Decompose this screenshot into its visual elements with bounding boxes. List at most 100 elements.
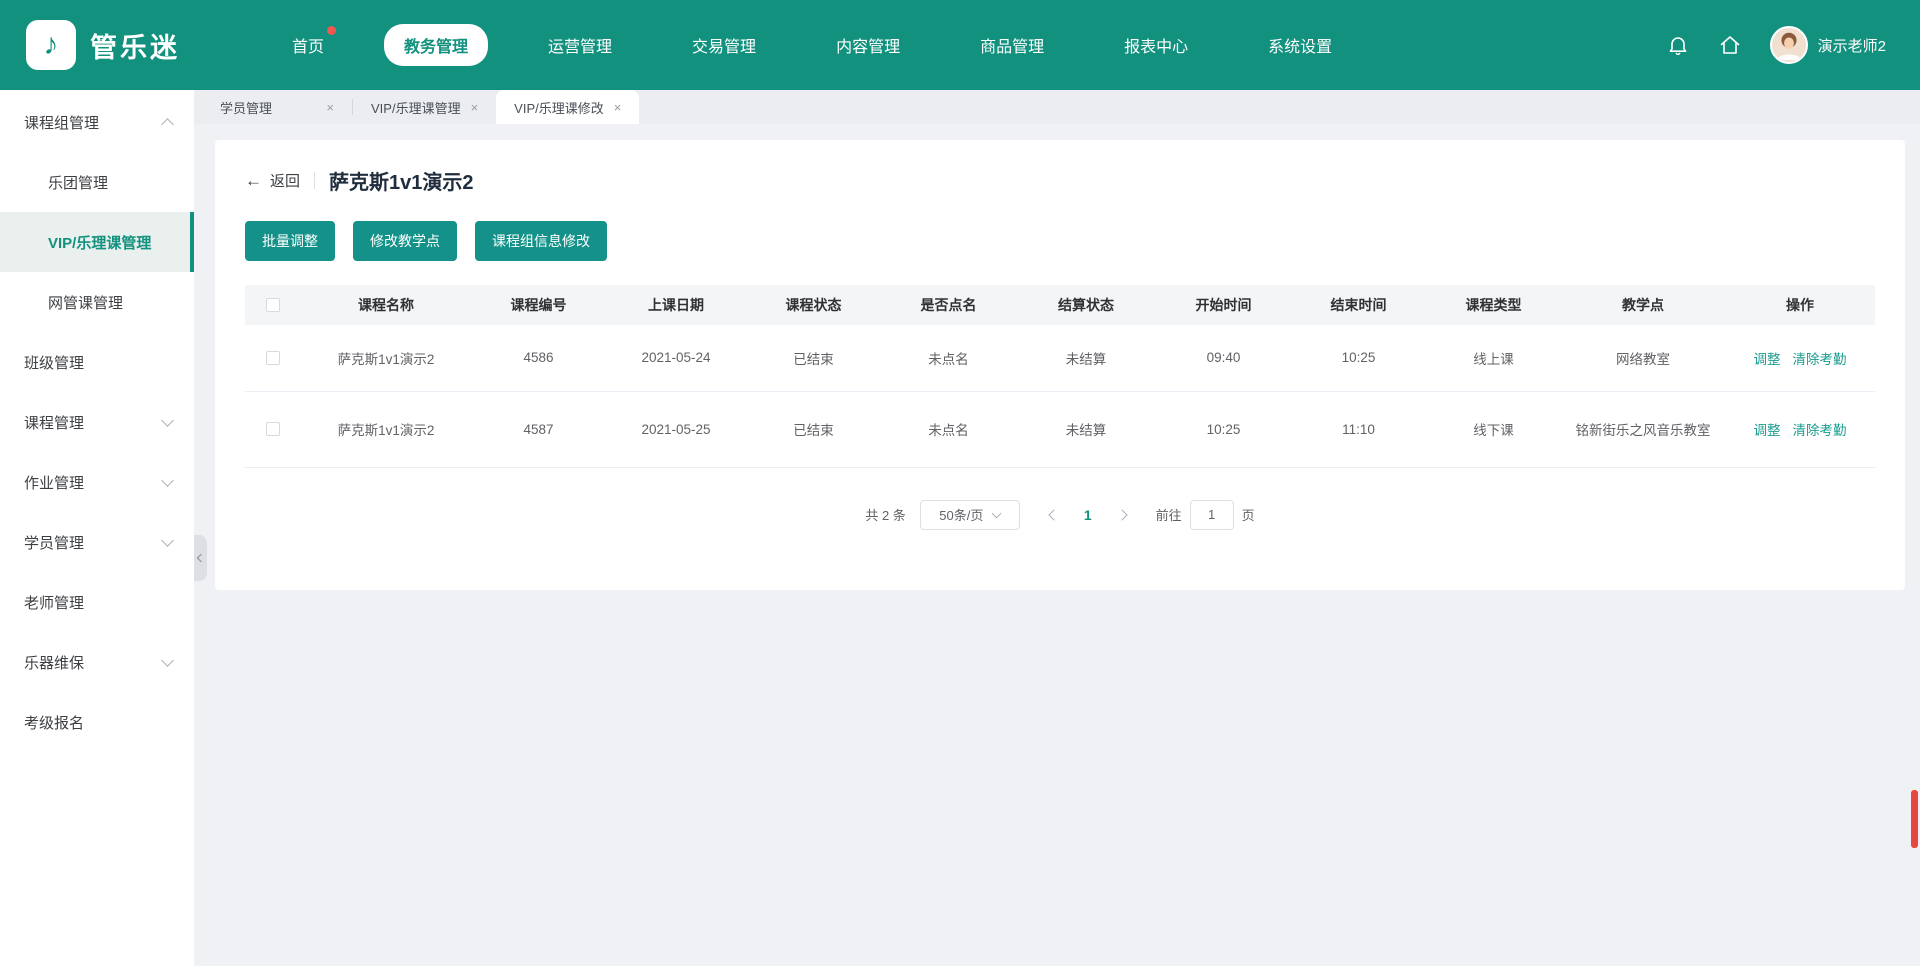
cell-rollcall-status: 未点名 bbox=[881, 325, 1016, 391]
avatar bbox=[1770, 26, 1808, 64]
cell-course-type: 线上课 bbox=[1426, 325, 1561, 391]
sidebar-item-label: 老师管理 bbox=[24, 592, 172, 613]
user-menu[interactable]: 演示老师2 bbox=[1770, 26, 1886, 64]
col-start-time: 开始时间 bbox=[1156, 285, 1291, 325]
cell-course-status: 已结束 bbox=[746, 325, 881, 391]
tab-label: VIP/乐理课修改 bbox=[514, 98, 604, 117]
pager: 1 bbox=[1050, 507, 1126, 523]
sidebar-item-band-mgmt[interactable]: 乐团管理 bbox=[0, 152, 194, 212]
cell-course-type: 线下课 bbox=[1426, 391, 1561, 467]
edit-teaching-point-button[interactable]: 修改教学点 bbox=[353, 221, 457, 261]
row-checkbox[interactable] bbox=[266, 422, 280, 436]
close-icon[interactable]: × bbox=[614, 100, 622, 115]
sidebar-item-label: VIP/乐理课管理 bbox=[48, 232, 168, 253]
page-size-value: 50条/页 bbox=[939, 505, 983, 524]
cell-class-date: 2021-05-25 bbox=[606, 391, 746, 467]
col-course-status: 课程状态 bbox=[746, 285, 881, 325]
adjust-link[interactable]: 调整 bbox=[1754, 352, 1781, 367]
sidebar-item-class-mgmt[interactable]: 班级管理 bbox=[0, 332, 194, 392]
close-icon[interactable]: × bbox=[471, 100, 479, 115]
cell-start-time: 09:40 bbox=[1156, 325, 1291, 391]
scrollbar-thumb[interactable] bbox=[1911, 790, 1918, 848]
chevron-down-icon bbox=[161, 474, 174, 487]
music-note-icon: ♪ bbox=[44, 28, 59, 62]
sidebar-item-exam-registration[interactable]: 考级报名 bbox=[0, 692, 194, 752]
cell-course-id: 4586 bbox=[471, 325, 606, 391]
sidebar-item-homework-mgmt[interactable]: 作业管理 bbox=[0, 452, 194, 512]
sidebar-item-label: 学员管理 bbox=[24, 532, 163, 553]
next-page-button[interactable] bbox=[1118, 511, 1126, 519]
col-actions: 操作 bbox=[1725, 285, 1875, 325]
sidebar-item-teacher-mgmt[interactable]: 老师管理 bbox=[0, 572, 194, 632]
app-header: ♪ 管乐迷 首页 教务管理 运营管理 交易管理 内容管理 商品管理 报表中心 系… bbox=[0, 0, 1920, 90]
nav-item-settings[interactable]: 系统设置 bbox=[1248, 24, 1352, 66]
nav-item-reports[interactable]: 报表中心 bbox=[1104, 24, 1208, 66]
cell-teaching-point: 铭新街乐之风音乐教室 bbox=[1561, 391, 1725, 467]
course-group-card: ← 返回 萨克斯1v1演示2 批量调整 修改教学点 课程组信息修改 bbox=[215, 140, 1905, 590]
back-arrow-icon: ← bbox=[245, 171, 262, 191]
course-table: 课程名称 课程编号 上课日期 课程状态 是否点名 结算状态 开始时间 结束时间 … bbox=[245, 285, 1875, 468]
sidebar-item-student-mgmt[interactable]: 学员管理 bbox=[0, 512, 194, 572]
sidebar-collapse-handle[interactable] bbox=[194, 535, 207, 581]
sidebar-item-online-admin-course[interactable]: 网管课管理 bbox=[0, 272, 194, 332]
tab-vip-theory-edit[interactable]: VIP/乐理课修改 × bbox=[496, 90, 639, 124]
sidebar-item-label: 乐器维保 bbox=[24, 652, 163, 673]
tab-label: VIP/乐理课管理 bbox=[371, 98, 461, 117]
pagination: 共 2 条 50条/页 1 前往 页 bbox=[245, 500, 1875, 530]
prev-page-button[interactable] bbox=[1050, 511, 1058, 519]
select-all-checkbox[interactable] bbox=[266, 298, 280, 312]
tab-label: 学员管理 bbox=[220, 98, 272, 117]
nav-item-operations[interactable]: 运营管理 bbox=[528, 24, 632, 66]
nav-item-label: 首页 bbox=[292, 39, 324, 56]
nav-item-transactions[interactable]: 交易管理 bbox=[672, 24, 776, 66]
nav-item-label: 教务管理 bbox=[404, 39, 468, 56]
sidebar-item-label: 考级报名 bbox=[24, 712, 172, 733]
user-name: 演示老师2 bbox=[1818, 35, 1886, 56]
page-size-select[interactable]: 50条/页 bbox=[920, 500, 1020, 530]
adjust-link[interactable]: 调整 bbox=[1754, 423, 1781, 438]
sidebar-item-instrument-maintenance[interactable]: 乐器维保 bbox=[0, 632, 194, 692]
current-page[interactable]: 1 bbox=[1084, 507, 1092, 523]
nav-item-academic[interactable]: 教务管理 bbox=[384, 24, 488, 66]
sidebar-item-label: 课程管理 bbox=[24, 412, 163, 433]
clear-attendance-link[interactable]: 清除考勤 bbox=[1793, 352, 1847, 367]
goto-page-input[interactable] bbox=[1190, 500, 1234, 530]
brand-title: 管乐迷 bbox=[90, 26, 180, 65]
col-rollcall-status: 是否点名 bbox=[881, 285, 1016, 325]
tab-vip-theory-mgmt[interactable]: VIP/乐理课管理 × bbox=[353, 90, 496, 124]
sidebar-item-course-mgmt[interactable]: 课程管理 bbox=[0, 392, 194, 452]
nav-item-label: 商品管理 bbox=[980, 39, 1044, 56]
clear-attendance-link[interactable]: 清除考勤 bbox=[1793, 423, 1847, 438]
bell-icon[interactable] bbox=[1666, 33, 1690, 57]
chevron-down-icon bbox=[161, 414, 174, 427]
title-divider bbox=[314, 172, 315, 189]
app-logo: ♪ bbox=[26, 20, 76, 70]
row-checkbox[interactable] bbox=[266, 351, 280, 365]
edit-course-group-info-button[interactable]: 课程组信息修改 bbox=[475, 221, 607, 261]
sidebar-item-course-group-mgmt[interactable]: 课程组管理 bbox=[0, 92, 194, 152]
nav-item-content[interactable]: 内容管理 bbox=[816, 24, 920, 66]
back-button[interactable]: ← 返回 bbox=[245, 170, 300, 191]
nav-item-home[interactable]: 首页 bbox=[272, 24, 344, 66]
sidebar-item-vip-theory-mgmt[interactable]: VIP/乐理课管理 bbox=[0, 212, 194, 272]
sidebar-item-label: 乐团管理 bbox=[48, 172, 172, 193]
cell-settlement-status: 未结算 bbox=[1016, 391, 1156, 467]
goto-label: 前往 bbox=[1156, 505, 1182, 524]
nav-item-products[interactable]: 商品管理 bbox=[960, 24, 1064, 66]
nav-item-label: 系统设置 bbox=[1268, 39, 1332, 56]
chevron-up-icon bbox=[161, 118, 174, 131]
total-count: 共 2 条 bbox=[865, 505, 905, 524]
tab-student-mgmt[interactable]: 学员管理 × bbox=[202, 90, 352, 124]
cell-settlement-status: 未结算 bbox=[1016, 325, 1156, 391]
cell-rollcall-status: 未点名 bbox=[881, 391, 1016, 467]
goto-page: 前往 页 bbox=[1156, 500, 1255, 530]
toolbar: 批量调整 修改教学点 课程组信息修改 bbox=[245, 221, 1875, 261]
close-icon[interactable]: × bbox=[326, 100, 334, 115]
chevron-left-icon bbox=[1048, 509, 1059, 520]
batch-adjust-button[interactable]: 批量调整 bbox=[245, 221, 335, 261]
home-icon[interactable] bbox=[1718, 33, 1742, 57]
sidebar: 课程组管理 乐团管理 VIP/乐理课管理 网管课管理 班级管理 课程管理 作业管… bbox=[0, 90, 194, 966]
cell-end-time: 10:25 bbox=[1291, 325, 1426, 391]
sidebar-item-label: 作业管理 bbox=[24, 472, 163, 493]
chevron-left-icon bbox=[196, 554, 204, 562]
